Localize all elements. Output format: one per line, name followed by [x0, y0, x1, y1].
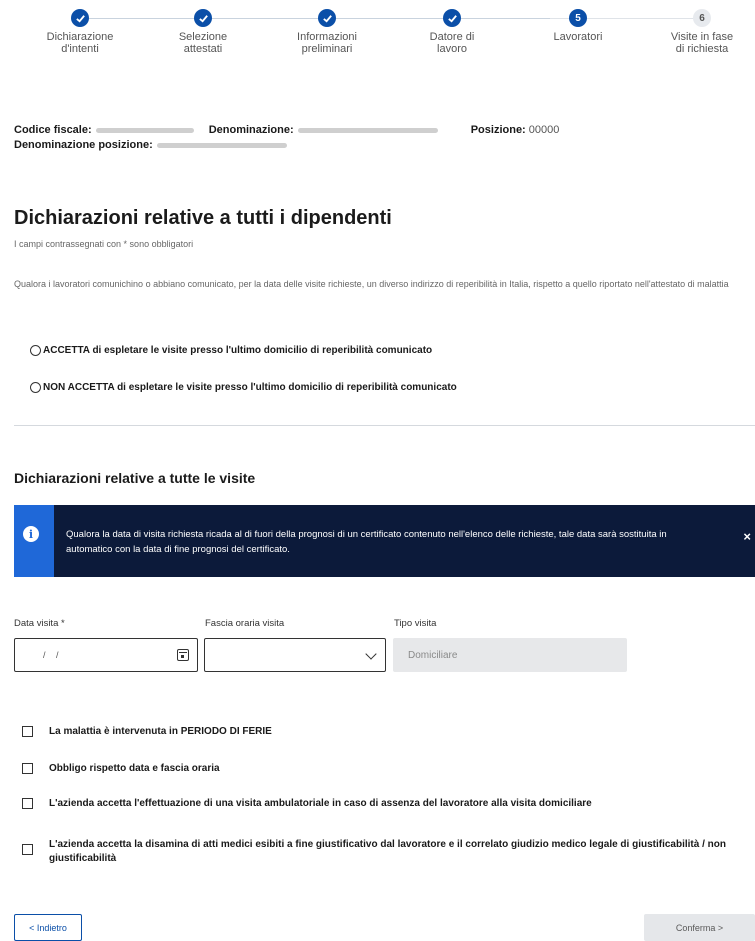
redacted-value [297, 127, 438, 133]
section-description: Qualora i lavoratori comunichino o abbia… [14, 279, 729, 289]
radio-non-accetta[interactable]: NON ACCETTA di espletare le visite press… [30, 382, 457, 393]
tipo-visita-label: Tipo visita [394, 618, 437, 629]
checkbox-label: La malattia è intervenuta in PERIODO DI … [49, 726, 272, 737]
date-value: / / [43, 650, 63, 660]
step-label: Visite in fase di richiesta [670, 31, 734, 55]
step-visite-richiesta: 6 Visite in fase di richiesta [647, 9, 755, 55]
checkbox-atti-medici[interactable]: L'azienda accetta la disamina di atti me… [22, 838, 755, 866]
redacted-value [95, 127, 194, 133]
check-icon [443, 9, 461, 27]
checkbox[interactable] [22, 726, 33, 737]
denominazione-label: Denominazione: [208, 124, 294, 136]
radio-label: NON ACCETTA di espletare le visite press… [43, 382, 457, 393]
divider [14, 425, 755, 426]
checkbox[interactable] [22, 844, 33, 855]
checkbox-visita-ambulatoriale[interactable]: L'azienda accetta l'effettuazione di una… [22, 797, 592, 811]
redacted-value [156, 142, 287, 148]
step-label: Dichiarazione d'intenti [46, 31, 114, 55]
check-icon [194, 9, 212, 27]
step-selezione-attestati: Selezione attestati [148, 9, 258, 55]
checkbox-periodo-ferie[interactable]: La malattia è intervenuta in PERIODO DI … [22, 725, 272, 739]
fascia-oraria-select[interactable] [204, 638, 386, 672]
checkbox[interactable] [22, 798, 33, 809]
info-banner: i Qualora la data di visita richiesta ri… [14, 505, 755, 577]
checkbox[interactable] [22, 763, 33, 774]
info-icon: i [23, 526, 39, 542]
banner-message: Qualora la data di visita richiesta rica… [66, 529, 667, 555]
step-label: Datore di lavoro [429, 31, 475, 55]
radio-circle[interactable] [30, 345, 41, 356]
check-icon [318, 9, 336, 27]
calendar-icon[interactable] [177, 649, 189, 661]
required-note: I campi contrassegnati con * sono obblig… [14, 239, 194, 249]
step-lavoratori: 5 Lavoratori [523, 9, 633, 43]
checkbox-label: L'azienda accetta la disamina di atti me… [49, 839, 726, 864]
step-number: 6 [693, 9, 711, 27]
codice-fiscale-label: Codice fiscale: [14, 124, 92, 136]
company-info-row: Codice fiscale: Denominazione: Posizione… [14, 124, 559, 136]
step-label: Informazioni preliminari [297, 31, 357, 55]
fascia-oraria-label: Fascia oraria visita [205, 618, 285, 629]
data-visita-label: Data visita * [14, 618, 65, 629]
radio-accetta[interactable]: ACCETTA di espletare le visite presso l'… [30, 345, 432, 356]
chevron-down-icon [365, 648, 377, 660]
tipo-visita-value: Domiciliare [408, 650, 458, 661]
step-informazioni-preliminari: Informazioni preliminari [272, 9, 382, 55]
check-icon [71, 9, 89, 27]
banner-accent: i [14, 505, 54, 577]
posizione-value: 00000 [528, 124, 560, 136]
denominazione-posizione-label: Denominazione posizione: [14, 139, 153, 151]
posizione-label: Posizione: [470, 124, 526, 136]
progress-stepper: Dichiarazione d'intenti Selezione attest… [0, 0, 755, 80]
checkbox-label: L'azienda accetta l'effettuazione di una… [49, 798, 592, 809]
step-label: Lavoratori [553, 31, 603, 43]
data-visita-input[interactable]: / / [14, 638, 198, 672]
close-icon[interactable]: × [743, 529, 751, 544]
section-title: Dichiarazioni relative a tutti i dipende… [14, 207, 392, 229]
back-button[interactable]: < Indietro [14, 914, 82, 941]
radio-circle[interactable] [30, 382, 41, 393]
step-number: 5 [569, 9, 587, 27]
step-label: Selezione attestati [178, 31, 228, 55]
section-title: Dichiarazioni relative a tutte le visite [14, 470, 256, 486]
confirm-button[interactable]: Conferma > [644, 914, 755, 941]
tipo-visita-field: Domiciliare [393, 638, 627, 672]
step-dichiarazione-intenti: Dichiarazione d'intenti [25, 9, 135, 55]
radio-label: ACCETTA di espletare le visite presso l'… [43, 345, 433, 356]
checkbox-obbligo-rispetto[interactable]: Obbligo rispetto data e fascia oraria [22, 762, 220, 776]
denominazione-posizione-row: Denominazione posizione: [14, 139, 287, 151]
checkbox-label: Obbligo rispetto data e fascia oraria [49, 763, 220, 774]
step-datore-lavoro: Datore di lavoro [397, 9, 507, 55]
